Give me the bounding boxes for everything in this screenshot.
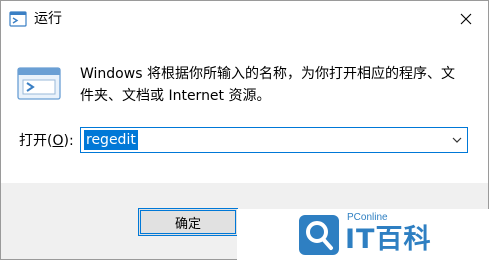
open-label: 打开(O):	[19, 133, 74, 149]
run-app-icon	[9, 11, 27, 27]
chevron-down-icon[interactable]	[451, 134, 463, 146]
run-program-icon	[17, 67, 61, 100]
watermark: PConline IT百科	[237, 209, 489, 260]
watermark-brand-small: PConline	[347, 212, 388, 223]
description-line-2: 件夹、文档或 Internet 资源。	[80, 88, 271, 104]
ok-button[interactable]: 确定	[138, 208, 238, 236]
title-bar[interactable]: 运行	[1, 1, 488, 39]
watermark-brand-large: IT百科	[345, 224, 432, 255]
close-icon	[460, 13, 472, 25]
open-combobox[interactable]: regedit	[80, 127, 468, 153]
open-input-value[interactable]: regedit	[84, 130, 138, 150]
magnifier-logo-icon	[299, 215, 339, 255]
dialog-description: Windows 将根据你所输入的名称，为你打开相应的程序、文 件夹、文档或 In…	[80, 63, 470, 107]
close-button[interactable]	[444, 1, 488, 37]
window-title: 运行	[34, 11, 62, 27]
description-line-1: Windows 将根据你所输入的名称，为你打开相应的程序、文	[80, 66, 455, 82]
